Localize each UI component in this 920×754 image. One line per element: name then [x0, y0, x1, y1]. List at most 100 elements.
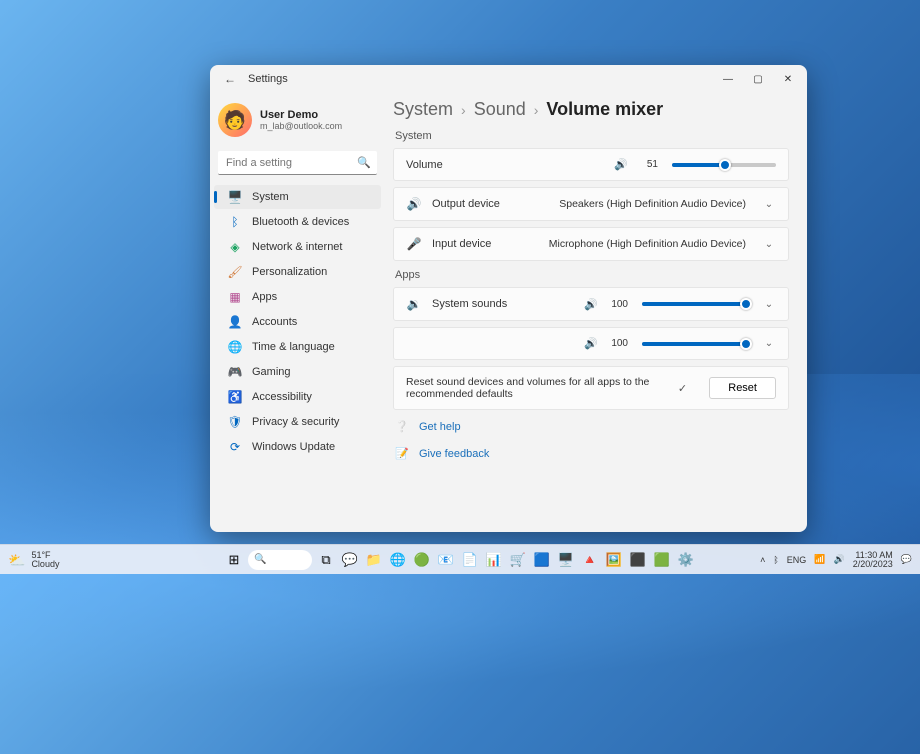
sidebar-item-label: Bluetooth & devices	[252, 216, 349, 228]
volume-tray-icon[interactable]: 🔊	[834, 554, 845, 565]
minimize-button[interactable]: —	[713, 67, 743, 91]
output-label: Output device	[432, 198, 500, 210]
sidebar-item-apps[interactable]: ▦Apps	[214, 285, 381, 309]
sidebar-item-gaming[interactable]: 🎮Gaming	[214, 360, 381, 384]
chevron-down-icon[interactable]: ⌄	[762, 239, 776, 250]
language-indicator[interactable]: ENG	[787, 555, 807, 565]
weather-cond: Cloudy	[31, 560, 59, 569]
sidebar-item-label: Personalization	[252, 266, 327, 278]
app-volume-card[interactable]: 🔊 100 ⌄	[393, 327, 789, 360]
get-help-link[interactable]: ❔ Get help	[393, 416, 789, 437]
user-block[interactable]: 🧑 User Demo m_lab@outlook.com	[210, 97, 385, 143]
chevron-right-icon: ›	[534, 102, 539, 118]
taskbar-app[interactable]: 🟦	[532, 550, 552, 570]
sidebar: 🧑 User Demo m_lab@outlook.com 🔍 🖥️ System…	[210, 93, 385, 532]
taskbar-app[interactable]: 🛒	[508, 550, 528, 570]
nav-icon: 🖥️	[228, 190, 242, 204]
nav-icon: 👤	[228, 315, 242, 329]
output-device-card[interactable]: 🔊 Output device Speakers (High Definitio…	[393, 187, 789, 221]
taskbar-app[interactable]: 📁	[364, 550, 384, 570]
back-button[interactable]: ←	[218, 67, 242, 91]
app-label: System sounds	[432, 298, 507, 310]
taskbar-app[interactable]: 🌐	[388, 550, 408, 570]
taskbar-app[interactable]: 🟢	[412, 550, 432, 570]
search-input[interactable]	[218, 151, 377, 175]
taskbar-app[interactable]: ⚙️	[676, 550, 696, 570]
maximize-button[interactable]: ▢	[743, 67, 773, 91]
volume-card[interactable]: Volume 🔊 51	[393, 148, 789, 181]
chevron-down-icon[interactable]: ⌄	[762, 338, 776, 349]
clock[interactable]: 11:30 AM 2/20/2023	[853, 551, 893, 569]
speaker-icon[interactable]: 🔊	[584, 298, 598, 311]
sidebar-item-personalization[interactable]: 🖌 Personalization	[214, 260, 381, 284]
taskbar-app[interactable]: 📊	[484, 550, 504, 570]
sidebar-item-bluetooth-devices[interactable]: ᛒBluetooth & devices	[214, 210, 381, 234]
sidebar-item-network-internet[interactable]: ◈Network & internet	[214, 235, 381, 259]
task-view-button[interactable]: ⧉	[316, 550, 336, 570]
tray-chevron-icon[interactable]: ˄	[760, 555, 765, 565]
breadcrumb: System › Sound › Volume mixer	[393, 99, 789, 120]
sidebar-item-system[interactable]: 🖥️ System	[214, 185, 381, 209]
taskbar: ⛅ 51°F Cloudy ⊞ 🔍 ⧉ 💬 📁 🌐 🟢 📧 📄 📊 🛒 🟦 🖥️…	[0, 544, 920, 574]
app-icon: 🔉	[406, 297, 422, 311]
user-name: User Demo	[260, 109, 342, 121]
nav-icon: ⟳	[228, 440, 242, 454]
app-volume-slider[interactable]	[642, 342, 746, 346]
app-volume-slider[interactable]	[642, 302, 746, 306]
nav-icon: ♿	[228, 390, 242, 404]
taskbar-app[interactable]: 💬	[340, 550, 360, 570]
taskbar-search[interactable]: 🔍	[248, 550, 312, 570]
microphone-icon: 🎤	[406, 237, 422, 251]
reset-card: Reset sound devices and volumes for all …	[393, 366, 789, 410]
chevron-right-icon: ›	[461, 102, 466, 118]
taskbar-app[interactable]: 🖥️	[556, 550, 576, 570]
sidebar-item-accounts[interactable]: 👤 Accounts	[214, 310, 381, 334]
nav-icon: 🖌	[228, 265, 242, 279]
app-volume-value: 100	[610, 299, 628, 310]
avatar: 🧑	[218, 103, 252, 137]
input-device-card[interactable]: 🎤 Input device Microphone (High Definiti…	[393, 227, 789, 261]
speaker-icon[interactable]: 🔊	[584, 337, 598, 350]
breadcrumb-sound[interactable]: Sound	[474, 99, 526, 120]
search-icon: 🔍	[357, 156, 371, 169]
sidebar-item-label: Accessibility	[252, 391, 312, 403]
nav-icon: ◈	[228, 240, 242, 254]
user-email: m_lab@outlook.com	[260, 121, 342, 131]
nav-icon: 🛡	[228, 415, 242, 429]
wifi-icon[interactable]: 📶	[814, 554, 825, 565]
nav-icon: 🎮	[228, 365, 242, 379]
sidebar-item-time-language[interactable]: 🌐Time & language	[214, 335, 381, 359]
speaker-icon[interactable]: 🔊	[614, 158, 628, 171]
sidebar-item-label: Accounts	[252, 316, 297, 328]
nav-icon: 🌐	[228, 340, 242, 354]
weather-widget[interactable]: ⛅ 51°F Cloudy	[8, 551, 59, 569]
sidebar-item-label: System	[252, 191, 289, 203]
taskbar-app[interactable]: 🟩	[652, 550, 672, 570]
taskbar-app[interactable]: ⬛	[628, 550, 648, 570]
sidebar-item-label: Windows Update	[252, 441, 335, 453]
check-icon: ✓	[678, 382, 689, 395]
chevron-down-icon[interactable]: ⌄	[762, 299, 776, 310]
app-volume-card[interactable]: 🔉 System sounds 🔊 100 ⌄	[393, 287, 789, 321]
close-button[interactable]: ✕	[773, 67, 803, 91]
taskbar-app[interactable]: 🖼️	[604, 550, 624, 570]
chevron-down-icon[interactable]: ⌄	[762, 199, 776, 210]
volume-slider[interactable]	[672, 163, 776, 167]
taskbar-app[interactable]: 📄	[460, 550, 480, 570]
sidebar-item-privacy-security[interactable]: 🛡Privacy & security	[214, 410, 381, 434]
sidebar-item-label: Apps	[252, 291, 277, 303]
taskbar-app[interactable]: 📧	[436, 550, 456, 570]
start-button[interactable]: ⊞	[224, 550, 244, 570]
bluetooth-icon[interactable]: ᛒ	[773, 555, 778, 565]
sidebar-item-windows-update[interactable]: ⟳ Windows Update	[214, 435, 381, 459]
give-feedback-link[interactable]: 📝 Give feedback	[393, 443, 789, 464]
speaker-icon: 🔊	[406, 197, 422, 211]
notifications-icon[interactable]: 💬	[901, 554, 912, 565]
section-label-apps: Apps	[395, 269, 789, 281]
breadcrumb-system[interactable]: System	[393, 99, 453, 120]
taskbar-app[interactable]: 🔺	[580, 550, 600, 570]
sidebar-item-accessibility[interactable]: ♿ Accessibility	[214, 385, 381, 409]
get-help-label: Get help	[419, 421, 461, 433]
input-device-value: Microphone (High Definition Audio Device…	[549, 238, 746, 250]
reset-button[interactable]: Reset	[709, 377, 776, 399]
